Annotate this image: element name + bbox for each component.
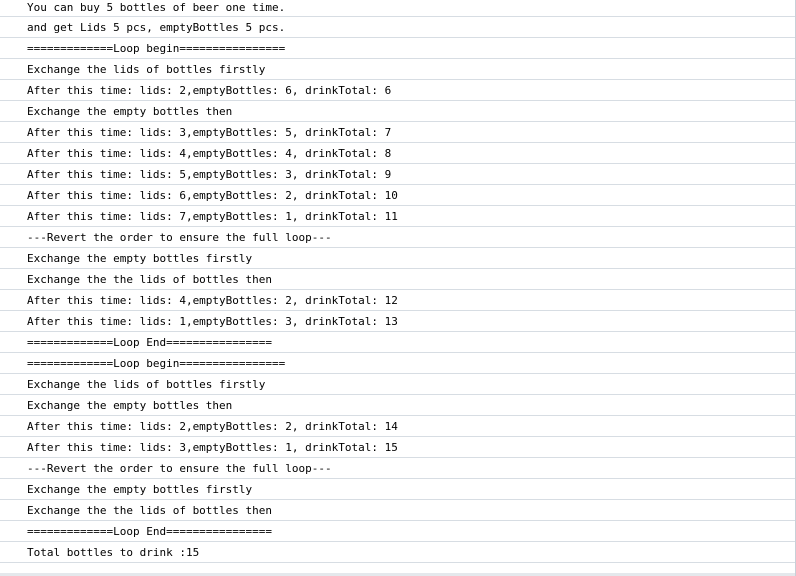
console-line: Exchange the empty bottles firstly [0,248,795,269]
console-line: =============Loop End================ [0,521,795,542]
console-line: After this time: lids: 2,emptyBottles: 2… [0,416,795,437]
console-line: After this time: lids: 3,emptyBottles: 5… [0,122,795,143]
console-line: Exchange the the lids of bottles then [0,269,795,290]
console-line: After this time: lids: 4,emptyBottles: 4… [0,143,795,164]
console-line: and get Lids 5 pcs, emptyBottles 5 pcs. [0,17,795,38]
console-line: =============Loop begin================ [0,353,795,374]
console-line: Total bottles to drink :15 [0,542,795,563]
console-line: After this time: lids: 6,emptyBottles: 2… [0,185,795,206]
console-line: After this time: lids: 7,emptyBottles: 1… [0,206,795,227]
console-line: Exchange the lids of bottles firstly [0,374,795,395]
console-line: After this time: lids: 2,emptyBottles: 6… [0,80,795,101]
console-line: ---Revert the order to ensure the full l… [0,227,795,248]
console-line: Exchange the empty bottles firstly [0,479,795,500]
console-line: After this time: lids: 1,emptyBottles: 3… [0,311,795,332]
console-line: =============Loop begin================ [0,38,795,59]
console-line: Exchange the lids of bottles firstly [0,59,795,80]
console-line: Exchange the empty bottles then [0,395,795,416]
console-line: =============Loop End================ [0,332,795,353]
console-line: You can buy 5 bottles of beer one time. [0,0,795,17]
console-line: Exchange the the lids of bottles then [0,500,795,521]
console-line: Exchange the empty bottles then [0,101,795,122]
console-line: After this time: lids: 5,emptyBottles: 3… [0,164,795,185]
console-output: You can buy 5 bottles of beer one time. … [0,0,796,576]
console-line: After this time: lids: 3,emptyBottles: 1… [0,437,795,458]
console-line: After this time: lids: 4,emptyBottles: 2… [0,290,795,311]
console-line: ---Revert the order to ensure the full l… [0,458,795,479]
